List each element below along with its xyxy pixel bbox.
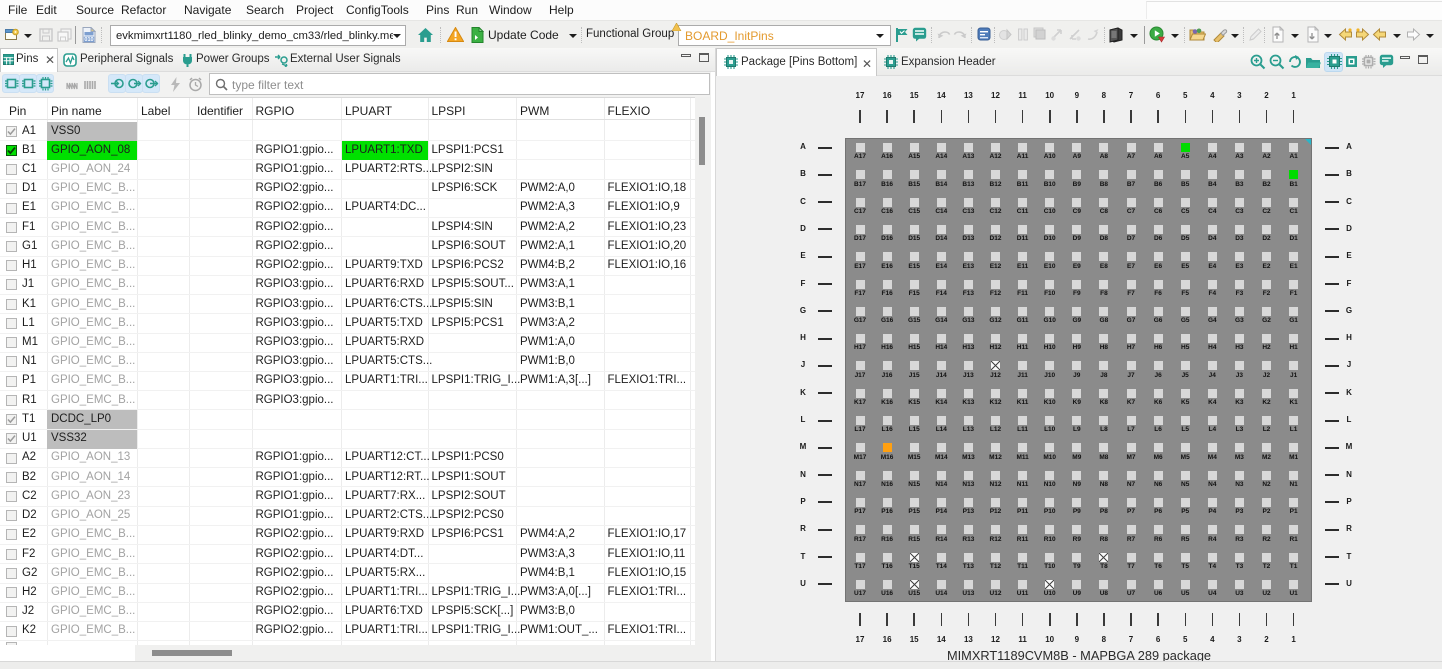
svg-text:010: 010: [84, 37, 93, 43]
